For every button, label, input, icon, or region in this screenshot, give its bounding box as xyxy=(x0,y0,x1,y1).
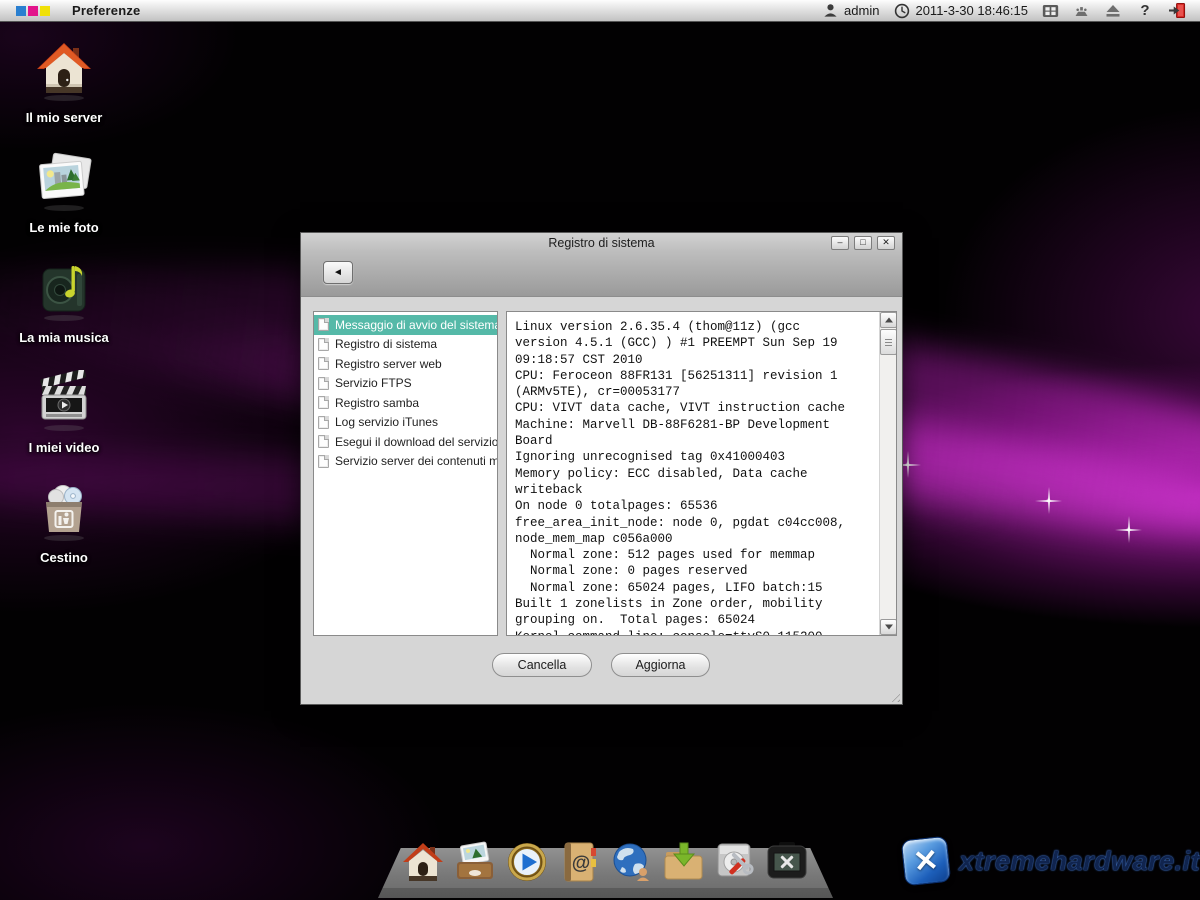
windows-icon[interactable] xyxy=(1042,2,1059,19)
dock-downloads[interactable] xyxy=(660,836,706,884)
home-icon xyxy=(401,840,445,884)
list-item-itunes[interactable]: Log servizio iTunes xyxy=(314,413,497,433)
desktop-icon-foto[interactable]: Le mie foto xyxy=(8,150,120,235)
back-button[interactable]: ◄ xyxy=(323,261,353,284)
log-content-panel: Linux version 2.6.35.4 (thom@11z) (gcc v… xyxy=(506,311,897,636)
photos-icon xyxy=(35,150,93,212)
scroll-up-button[interactable] xyxy=(880,312,897,328)
music-icon xyxy=(35,260,93,322)
user-menu[interactable]: admin xyxy=(822,2,879,19)
clock-display: 2011-3-30 18:46:15 xyxy=(893,2,1028,19)
dock-media-player[interactable] xyxy=(504,836,550,884)
backup-tools-icon xyxy=(764,840,810,884)
sparkle xyxy=(1046,498,1051,503)
desktop-icon-label: Cestino xyxy=(8,550,120,565)
logo-square-magenta xyxy=(28,6,38,16)
contacts-icon: @ xyxy=(558,840,600,884)
system-log-window: Registro di sistema – □ ✕ ◄ Messaggio di… xyxy=(300,232,903,705)
desktop-icon-label: Le mie foto xyxy=(8,220,120,235)
sparkle xyxy=(1126,527,1131,532)
window-header[interactable]: Registro di sistema – □ ✕ ◄ xyxy=(301,233,902,297)
list-item-registro-web[interactable]: Registro server web xyxy=(314,354,497,374)
document-icon xyxy=(318,435,329,448)
desktop-icon-label: La mia musica xyxy=(8,330,120,345)
list-item-media-server[interactable]: Servizio server dei contenuti multimedia… xyxy=(314,452,497,472)
list-item-samba[interactable]: Registro samba xyxy=(314,393,497,413)
log-category-list: Messaggio di avvio del sistema Registro … xyxy=(313,311,498,636)
scroll-thumb[interactable] xyxy=(880,329,897,355)
watermark: ✕ xtremehardware.it xyxy=(903,838,1200,884)
list-item-download[interactable]: Esegui il download del servizio xyxy=(314,432,497,452)
top-menubar: Preferenze admin 2011-3-30 18:46:15 ? xyxy=(0,0,1200,22)
videos-icon xyxy=(35,370,93,432)
list-item-ftps[interactable]: Servizio FTPS xyxy=(314,374,497,394)
document-icon xyxy=(318,318,329,331)
document-icon xyxy=(318,377,329,390)
clock-icon xyxy=(893,2,910,19)
desktop-icon-cestino[interactable]: Cestino xyxy=(8,480,120,565)
dock-photos[interactable] xyxy=(452,836,498,884)
home-icon xyxy=(35,40,93,102)
dock: @ xyxy=(400,836,810,884)
document-icon xyxy=(318,357,329,370)
document-icon xyxy=(318,396,329,409)
logo-square-blue xyxy=(16,6,26,16)
dock-home[interactable] xyxy=(400,836,446,884)
refresh-button[interactable]: Aggiorna xyxy=(611,653,710,677)
resize-grip[interactable] xyxy=(888,690,900,702)
watermark-text: xtremehardware.it xyxy=(959,846,1200,877)
eject-icon[interactable] xyxy=(1104,2,1121,19)
web-sharing-icon xyxy=(609,840,653,884)
desktop-icon-video[interactable]: I miei video xyxy=(8,370,120,455)
xtremehardware-badge-icon: ✕ xyxy=(901,836,952,887)
desktop-icon-label: Il mio server xyxy=(8,110,120,125)
close-button[interactable]: ✕ xyxy=(877,236,895,250)
svg-text:@: @ xyxy=(572,853,591,874)
download-folder-icon xyxy=(661,840,705,884)
document-icon xyxy=(318,338,329,351)
desktop-icon-label: I miei video xyxy=(8,440,120,455)
dock-web-sharing[interactable] xyxy=(608,836,654,884)
scrollbar[interactable] xyxy=(879,312,896,635)
sparkle xyxy=(905,462,910,467)
trash-icon xyxy=(35,480,93,542)
user-icon xyxy=(822,2,839,19)
photo-box-icon xyxy=(452,840,498,884)
media-player-icon xyxy=(505,840,549,884)
document-icon xyxy=(318,416,329,429)
log-text: Linux version 2.6.35.4 (thom@11z) (gcc v… xyxy=(507,312,879,635)
minimize-button[interactable]: – xyxy=(831,236,849,250)
list-item-registro-sistema[interactable]: Registro di sistema xyxy=(314,335,497,355)
username-label: admin xyxy=(844,3,879,18)
cancel-button[interactable]: Cancella xyxy=(492,653,592,677)
dashboard-icon[interactable] xyxy=(1073,2,1090,19)
window-title: Registro di sistema xyxy=(301,236,902,250)
maximize-button[interactable]: □ xyxy=(854,236,872,250)
list-item-avvio-sistema[interactable]: Messaggio di avvio del sistema xyxy=(314,315,497,335)
help-icon[interactable]: ? xyxy=(1135,2,1155,19)
scroll-down-button[interactable] xyxy=(880,619,897,635)
dock-contacts[interactable]: @ xyxy=(556,836,602,884)
dock-backup-tools[interactable] xyxy=(764,836,810,884)
brand-logo xyxy=(16,6,50,16)
desktop-icon-server[interactable]: Il mio server xyxy=(8,40,120,125)
logout-icon[interactable] xyxy=(1169,2,1186,19)
dock-disk-utility[interactable] xyxy=(712,836,758,884)
datetime-label: 2011-3-30 18:46:15 xyxy=(915,3,1028,18)
disk-utility-icon xyxy=(713,840,757,884)
document-icon xyxy=(318,455,329,468)
desktop-icon-musica[interactable]: La mia musica xyxy=(8,260,120,345)
logo-square-yellow xyxy=(40,6,50,16)
menu-preferenze[interactable]: Preferenze xyxy=(72,3,140,18)
